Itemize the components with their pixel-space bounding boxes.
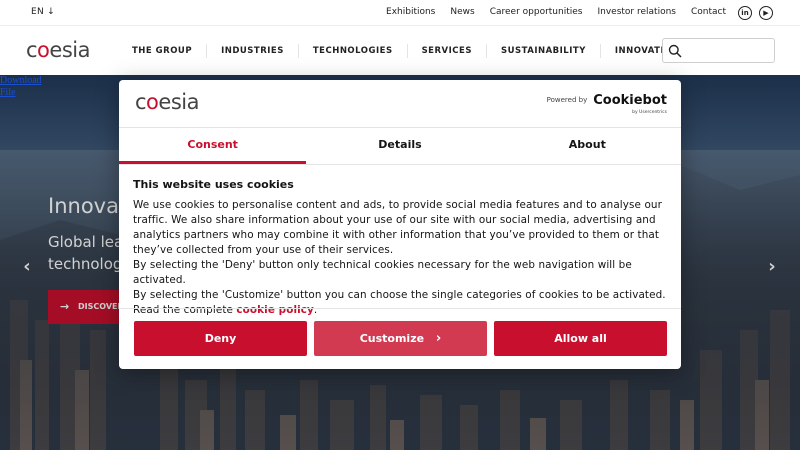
link-exhibitions[interactable]: Exhibitions: [386, 3, 435, 22]
customize-label: Customize: [359, 332, 425, 345]
top-utility-bar: EN ↓ Exhibitions News Career opportuniti…: [0, 0, 800, 25]
utility-links: Exhibitions News Career opportunities In…: [371, 3, 773, 22]
dialog-header: coesia Powered by Cookiebot by Usercentri…: [119, 80, 681, 128]
dialog-buttons: Deny Customize › Allow all: [119, 308, 681, 369]
deny-button[interactable]: Deny: [134, 321, 307, 356]
logo-text: c: [26, 38, 38, 62]
link-career-opportunities[interactable]: Career opportunities: [490, 3, 583, 22]
tab-details[interactable]: Details: [306, 128, 493, 164]
nav-item-industries[interactable]: INDUSTRIES: [206, 44, 298, 58]
language-selector[interactable]: EN ↓: [31, 7, 55, 17]
customize-note: By selecting the 'Customize' button you …: [133, 289, 666, 301]
search-icon: [668, 44, 682, 58]
customize-button[interactable]: Customize ›: [314, 321, 487, 356]
cookiebot-logo: Cookiebot by Usercentrics: [593, 93, 667, 115]
powered-by-cookiebot[interactable]: Powered by Cookiebot by Usercentrics: [546, 93, 667, 115]
link-news[interactable]: News: [450, 3, 474, 22]
consent-body: We use cookies to personalise content an…: [133, 199, 662, 256]
link-contact[interactable]: Contact: [691, 3, 726, 22]
download-link-text: File: [0, 87, 16, 98]
cookiebot-subtext: by Usercentrics: [632, 110, 667, 115]
logo-mark: o: [37, 38, 50, 62]
cookiebot-wordmark: Cookiebot: [593, 93, 667, 108]
linkedin-icon[interactable]: in: [738, 5, 752, 20]
chevron-right-icon: ›: [435, 331, 442, 346]
consent-heading: This website uses cookies: [133, 178, 294, 191]
cookie-consent-dialog: coesia Powered by Cookiebot by Usercentri…: [119, 80, 681, 369]
tab-about[interactable]: About: [494, 128, 681, 164]
download-file-link[interactable]: Download File: [0, 75, 42, 99]
nav-item-technologies[interactable]: TECHNOLOGIES: [297, 44, 407, 58]
tab-consent[interactable]: Consent: [119, 128, 307, 164]
main-navigation: coesia THE GROUP INDUSTRIES TECHNOLOGIES…: [0, 25, 800, 75]
coesia-logo[interactable]: coesia: [26, 38, 90, 62]
logo-text: esia: [158, 90, 199, 114]
deny-note: By selecting the 'Deny' button only tech…: [133, 259, 632, 286]
nav-item-the-group[interactable]: THE GROUP: [118, 44, 206, 58]
download-link-text: Download: [0, 75, 42, 86]
dialog-tabs: Consent Details About: [119, 128, 681, 165]
youtube-icon[interactable]: ▶: [759, 5, 773, 20]
link-investor-relations[interactable]: Investor relations: [597, 3, 676, 22]
coesia-logo: coesia: [135, 90, 199, 114]
logo-text: c: [135, 90, 147, 114]
consent-content: This website uses cookies We use cookies…: [133, 178, 667, 318]
search-input[interactable]: [662, 38, 775, 63]
allow-all-button[interactable]: Allow all: [494, 321, 667, 356]
nav-menu: THE GROUP INDUSTRIES TECHNOLOGIES SERVIC…: [118, 26, 737, 76]
logo-mark: o: [146, 90, 159, 114]
nav-item-sustainability[interactable]: SUSTAINABILITY: [485, 44, 600, 58]
logo-text: esia: [49, 38, 90, 62]
powered-by-label: Powered by: [546, 96, 588, 104]
nav-item-services[interactable]: SERVICES: [406, 44, 486, 58]
